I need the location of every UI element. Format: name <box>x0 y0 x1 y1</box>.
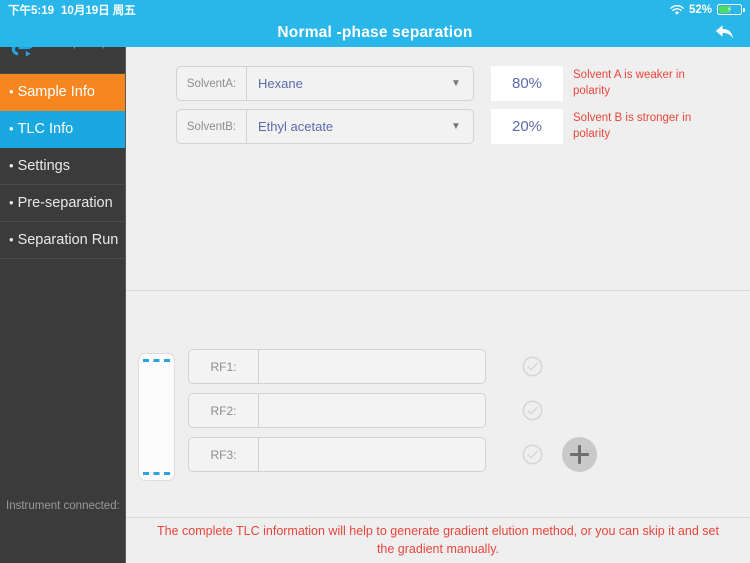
rf-row-1: RF1: <box>188 349 543 384</box>
sidebar: Normal -phase separation • Sample Info •… <box>0 19 126 563</box>
status-time: 下午5:19 <box>8 4 55 17</box>
sidebar-item-pre-separation[interactable]: • Pre-separation <box>0 185 125 222</box>
solvent-row-a: SolventA: Hexane ▼ 80% <box>176 66 563 101</box>
rf3-field[interactable]: RF3: <box>188 437 486 472</box>
solvent-b-select[interactable]: SolventB: Ethyl acetate ▼ <box>176 109 474 144</box>
back-arrow-icon[interactable] <box>710 20 740 46</box>
rf-panel: RF1: RF2: RF3: <box>126 291 750 517</box>
solvent-a-value: Hexane <box>258 76 303 91</box>
rf2-field[interactable]: RF2: <box>188 393 486 428</box>
rf-row-3: RF3: <box>188 437 543 472</box>
sidebar-item-sample-info[interactable]: • Sample Info <box>0 74 125 111</box>
app-root: 下午5:19 10月19日 周五 52% ⚡ Normal -phase sep… <box>0 0 750 563</box>
sidebar-item-settings[interactable]: • Settings <box>0 148 125 185</box>
rf-rows: RF1: RF2: RF3: <box>188 349 543 481</box>
solvent-a-select[interactable]: SolventA: Hexane ▼ <box>176 66 474 101</box>
main-content: SolventA: Hexane ▼ 80% SolventB: Ethyl a… <box>126 47 750 563</box>
page-title: Normal -phase separation <box>277 24 473 41</box>
bullet-icon: • <box>9 83 14 99</box>
rf1-field[interactable]: RF1: <box>188 349 486 384</box>
tlc-plate-icon <box>138 353 175 481</box>
check-circle-icon[interactable] <box>522 400 543 421</box>
sidebar-item-tlc-info[interactable]: • TLC Info <box>0 111 125 148</box>
instrument-status: Instrument connected: <box>6 500 120 512</box>
bullet-icon: • <box>9 194 14 210</box>
chevron-down-icon[interactable]: ▼ <box>439 110 473 143</box>
sidebar-item-label: TLC Info <box>17 121 74 137</box>
rf1-label: RF1: <box>189 350 259 383</box>
rf3-label: RF3: <box>189 438 259 471</box>
status-date: 10月19日 周五 <box>61 4 136 17</box>
bullet-icon: • <box>9 120 14 136</box>
bullet-icon: • <box>9 231 14 247</box>
rf-row-2: RF2: <box>188 393 543 428</box>
sidebar-item-label: Settings <box>17 158 70 174</box>
sidebar-bottom-pad <box>0 523 125 563</box>
solvent-row-b: SolventB: Ethyl acetate ▼ 20% <box>176 109 563 144</box>
check-circle-icon[interactable] <box>522 356 543 377</box>
plate-baseline <box>143 472 170 475</box>
rf2-label: RF2: <box>189 394 259 427</box>
button-bar: Previous Next <box>126 517 750 563</box>
solvent-b-hint: Solvent B is stronger in polarity <box>573 112 692 140</box>
solvent-b-percent[interactable]: 20% <box>491 109 563 144</box>
plate-solvent-front-line <box>143 359 170 362</box>
solvent-b-label: SolventB: <box>177 110 247 143</box>
solvent-a-percent[interactable]: 80% <box>491 66 563 101</box>
button-bar-divider <box>126 517 750 518</box>
rf3-input[interactable] <box>259 438 485 471</box>
status-bar-right: 52% ⚡ <box>670 4 750 16</box>
status-bar-left: 下午5:19 10月19日 周五 <box>0 2 136 18</box>
check-circle-icon[interactable] <box>522 444 543 465</box>
title-bar: Normal -phase separation <box>0 19 750 47</box>
wifi-icon <box>670 5 684 16</box>
sidebar-item-label: Sample Info <box>17 84 95 100</box>
chevron-down-icon[interactable]: ▼ <box>439 67 473 100</box>
sidebar-item-separation-run[interactable]: • Separation Run <box>0 222 125 259</box>
solvent-panel: SolventA: Hexane ▼ 80% SolventB: Ethyl a… <box>126 47 750 291</box>
rf2-input[interactable] <box>259 394 485 427</box>
battery-charging-icon: ⚡ <box>717 4 745 15</box>
status-bar: 下午5:19 10月19日 周五 52% ⚡ <box>0 0 750 19</box>
battery-percent: 52% <box>688 3 712 16</box>
sidebar-item-label: Pre-separation <box>17 195 113 211</box>
rf1-input[interactable] <box>259 350 485 383</box>
bullet-icon: • <box>9 157 14 173</box>
solvent-a-label: SolventA: <box>177 67 247 100</box>
solvent-a-hint: Solvent A is weaker in polarity <box>573 69 685 97</box>
add-rf-button[interactable] <box>562 437 597 472</box>
solvent-b-value: Ethyl acetate <box>258 119 334 134</box>
sidebar-item-label: Separation Run <box>17 232 119 248</box>
plus-icon <box>577 445 582 464</box>
